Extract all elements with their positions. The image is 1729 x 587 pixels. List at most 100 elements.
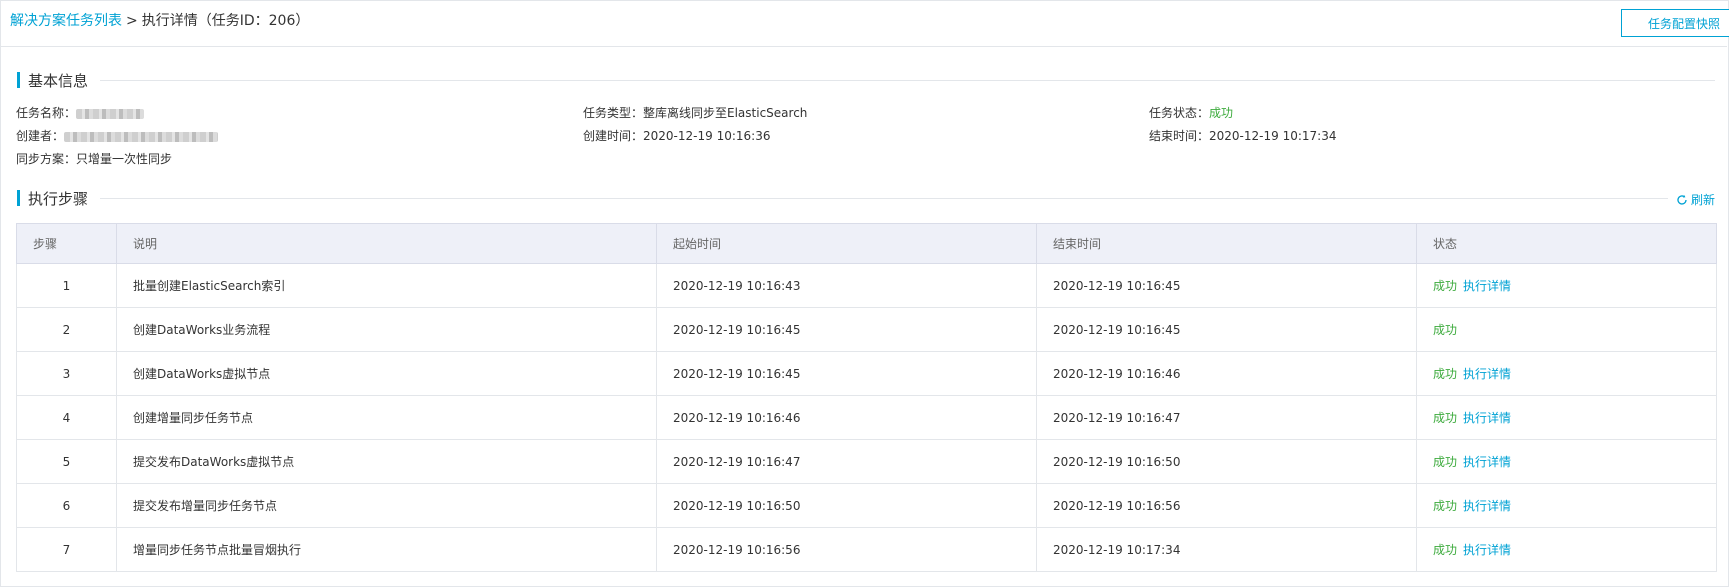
step-start-time: 2020-12-19 10:16:43	[656, 263, 1037, 308]
task-type-field: 任务类型：整库离线同步至ElasticSearch	[583, 104, 807, 121]
column-header-status: 状态	[1416, 223, 1717, 264]
top-bar: 解决方案任务列表 > 执行详情（任务ID：206） 任务配置快照	[0, 0, 1729, 47]
step-status-cell: 成功 执行详情	[1416, 395, 1717, 440]
end-time-label: 结束时间：	[1149, 129, 1210, 143]
execution-detail-link[interactable]: 执行详情	[1463, 499, 1511, 513]
end-time-field: 结束时间：2020-12-19 10:17:34	[1149, 127, 1336, 144]
step-number: 5	[16, 439, 117, 484]
step-status-cell: 成功 执行详情	[1416, 483, 1717, 528]
task-config-snapshot-button[interactable]: 任务配置快照	[1621, 9, 1729, 37]
task-type-value: 整库离线同步至ElasticSearch	[643, 106, 808, 120]
column-header-step: 步骤	[16, 223, 117, 264]
step-status-cell: 成功 执行详情	[1416, 351, 1717, 396]
steps-heading: 执行步骤	[17, 188, 88, 208]
step-start-time: 2020-12-19 10:16:47	[656, 439, 1037, 484]
step-status-cell: 成功 执行详情	[1416, 263, 1717, 308]
basic-info-heading: 基本信息	[17, 70, 88, 90]
task-name-field: 任务名称：	[16, 104, 145, 121]
step-start-time: 2020-12-19 10:16:56	[656, 527, 1037, 572]
step-start-time: 2020-12-19 10:16:45	[656, 351, 1037, 396]
steps-table: 步骤 说明 起始时间 结束时间 状态 1 批量创建ElasticSearch索引…	[16, 223, 1717, 572]
step-description: 创建DataWorks业务流程	[116, 307, 657, 352]
task-type-label: 任务类型：	[583, 106, 644, 120]
table-row: 2 创建DataWorks业务流程 2020-12-19 10:16:45 20…	[16, 307, 1717, 352]
section-accent-bar	[17, 190, 20, 206]
step-status-cell: 成功	[1416, 307, 1717, 352]
creator-redacted	[64, 131, 219, 142]
step-status-cell: 成功 执行详情	[1416, 527, 1717, 572]
task-name-label: 任务名称：	[16, 106, 77, 120]
step-description: 创建DataWorks虚拟节点	[116, 351, 657, 396]
table-header-row: 步骤 说明 起始时间 结束时间 状态	[16, 223, 1717, 264]
step-start-time: 2020-12-19 10:16:50	[656, 483, 1037, 528]
breadcrumb-parent-link[interactable]: 解决方案任务列表	[10, 13, 122, 29]
sync-plan-label: 同步方案：	[16, 152, 77, 166]
execution-detail-link[interactable]: 执行详情	[1463, 411, 1511, 425]
task-status-value: 成功	[1209, 106, 1234, 120]
task-name-redacted	[76, 108, 145, 119]
execution-detail-link[interactable]: 执行详情	[1463, 367, 1511, 381]
table-row: 3 创建DataWorks虚拟节点 2020-12-19 10:16:45 20…	[16, 351, 1717, 396]
status-success: 成功	[1433, 455, 1458, 469]
table-row: 6 提交发布增量同步任务节点 2020-12-19 10:16:50 2020-…	[16, 483, 1717, 528]
table-row: 1 批量创建ElasticSearch索引 2020-12-19 10:16:4…	[16, 263, 1717, 308]
column-header-desc: 说明	[116, 223, 657, 264]
status-success: 成功	[1433, 499, 1458, 513]
status-success: 成功	[1433, 367, 1458, 381]
step-number: 3	[16, 351, 117, 396]
step-number: 6	[16, 483, 117, 528]
step-number: 7	[16, 527, 117, 572]
execution-detail-link[interactable]: 执行详情	[1463, 543, 1511, 557]
step-start-time: 2020-12-19 10:16:45	[656, 307, 1037, 352]
step-number: 4	[16, 395, 117, 440]
task-status-label: 任务状态：	[1149, 106, 1210, 120]
step-description: 批量创建ElasticSearch索引	[116, 263, 657, 308]
step-end-time: 2020-12-19 10:16:47	[1036, 395, 1417, 440]
step-end-time: 2020-12-19 10:16:56	[1036, 483, 1417, 528]
creator-label: 创建者：	[16, 129, 65, 143]
step-description: 增量同步任务节点批量冒烟执行	[116, 527, 657, 572]
step-description: 创建增量同步任务节点	[116, 395, 657, 440]
step-number: 2	[16, 307, 117, 352]
step-end-time: 2020-12-19 10:16:45	[1036, 307, 1417, 352]
breadcrumb-separator: >	[126, 13, 138, 29]
table-row: 7 增量同步任务节点批量冒烟执行 2020-12-19 10:16:56 202…	[16, 527, 1717, 572]
step-end-time: 2020-12-19 10:16:50	[1036, 439, 1417, 484]
breadcrumb-current: 执行详情（任务ID：206）	[141, 13, 310, 29]
step-end-time: 2020-12-19 10:17:34	[1036, 527, 1417, 572]
execution-detail-link[interactable]: 执行详情	[1463, 279, 1511, 293]
status-success: 成功	[1433, 323, 1458, 337]
refresh-label: 刷新	[1691, 193, 1716, 207]
end-time-value: 2020-12-19 10:17:34	[1209, 129, 1337, 143]
steps-divider	[100, 198, 1668, 199]
column-header-end: 结束时间	[1036, 223, 1417, 264]
table-row: 5 提交发布DataWorks虚拟节点 2020-12-19 10:16:47 …	[16, 439, 1717, 484]
basic-info-divider	[100, 80, 1715, 81]
create-time-field: 创建时间：2020-12-19 10:16:36	[583, 127, 770, 144]
refresh-button[interactable]: 刷新	[1676, 191, 1715, 208]
step-description: 提交发布DataWorks虚拟节点	[116, 439, 657, 484]
column-header-start: 起始时间	[656, 223, 1037, 264]
step-number: 1	[16, 263, 117, 308]
steps-title: 执行步骤	[28, 189, 89, 208]
section-accent-bar	[17, 72, 20, 88]
breadcrumb: 解决方案任务列表 > 执行详情（任务ID：206）	[10, 10, 309, 30]
step-status-cell: 成功 执行详情	[1416, 439, 1717, 484]
step-description: 提交发布增量同步任务节点	[116, 483, 657, 528]
sync-plan-field: 同步方案：只增量一次性同步	[16, 150, 172, 167]
execution-detail-link[interactable]: 执行详情	[1463, 455, 1511, 469]
create-time-value: 2020-12-19 10:16:36	[643, 129, 771, 143]
create-time-label: 创建时间：	[583, 129, 644, 143]
step-end-time: 2020-12-19 10:16:46	[1036, 351, 1417, 396]
task-status-field: 任务状态：成功	[1149, 104, 1233, 121]
creator-field: 创建者：	[16, 127, 219, 144]
status-success: 成功	[1433, 411, 1458, 425]
status-success: 成功	[1433, 279, 1458, 293]
sync-plan-value: 只增量一次性同步	[76, 152, 173, 166]
basic-info-title: 基本信息	[28, 71, 89, 90]
refresh-icon	[1677, 194, 1687, 205]
table-row: 4 创建增量同步任务节点 2020-12-19 10:16:46 2020-12…	[16, 395, 1717, 440]
step-end-time: 2020-12-19 10:16:45	[1036, 263, 1417, 308]
step-start-time: 2020-12-19 10:16:46	[656, 395, 1037, 440]
status-success: 成功	[1433, 543, 1458, 557]
